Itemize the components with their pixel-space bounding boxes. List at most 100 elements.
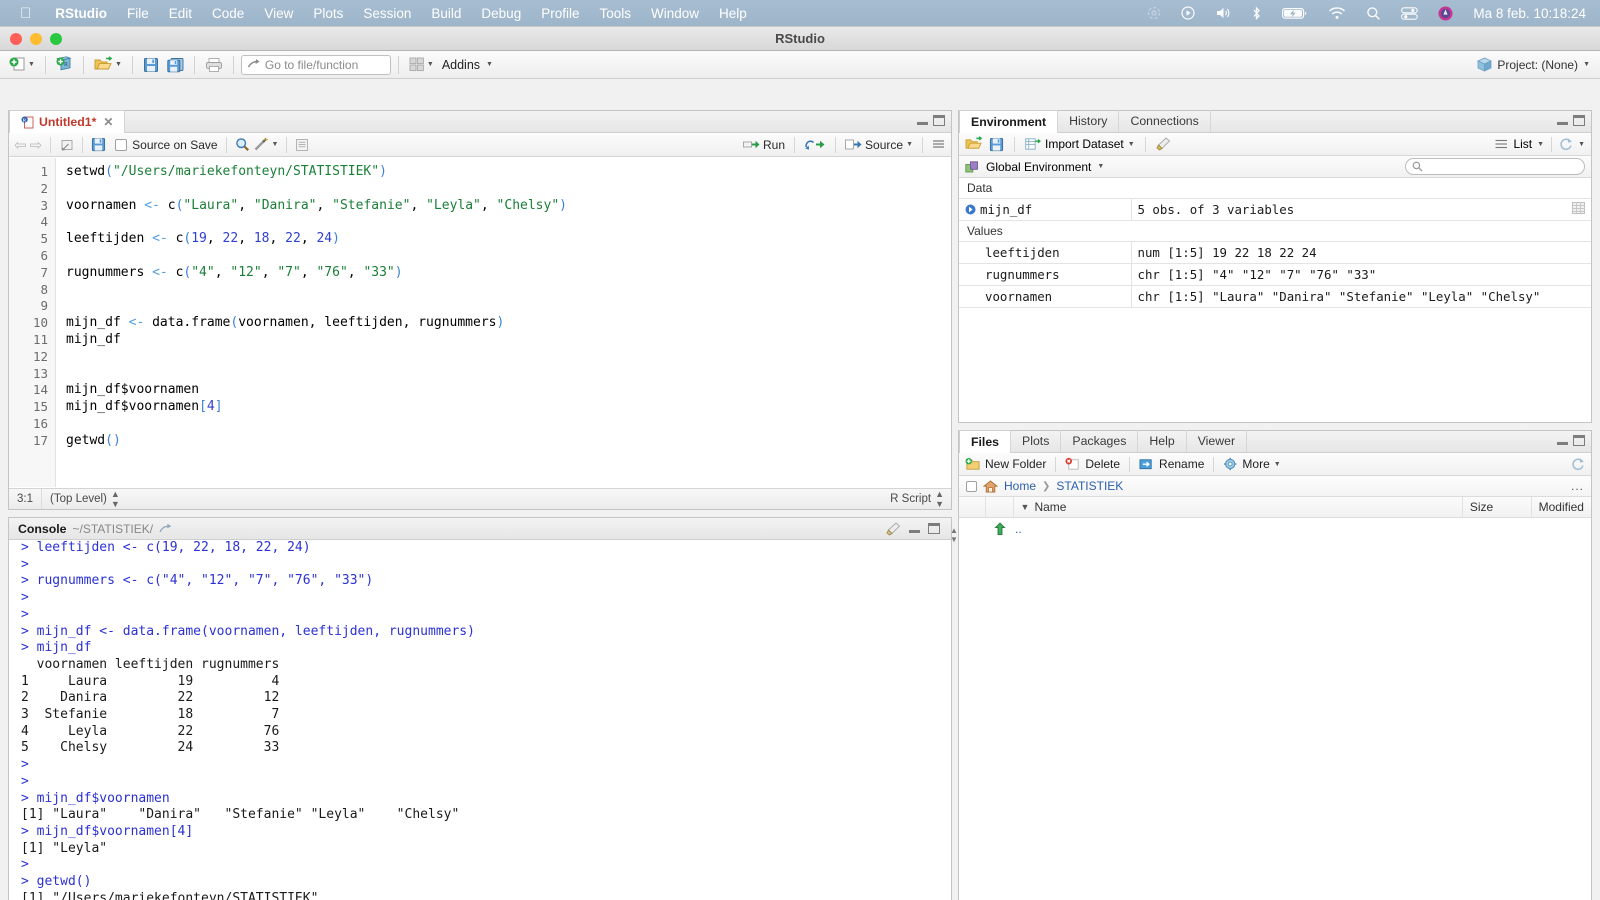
save-source-button[interactable]	[91, 137, 106, 152]
pane-resize-handle[interactable]: ▲ ▼	[950, 520, 958, 550]
environment-object-name[interactable]: rugnummers	[959, 263, 1132, 286]
minimize-pane-button[interactable]	[1557, 116, 1568, 125]
chevron-down-icon[interactable]: ▼	[272, 141, 279, 148]
maximize-pane-button[interactable]	[928, 523, 940, 534]
chevron-down-icon[interactable]: ▼	[28, 61, 35, 68]
files-col-modified[interactable]: Modified	[1532, 497, 1591, 517]
code-scope-selector[interactable]: (Top Level) ▲ ▼	[42, 489, 127, 509]
source-code-area[interactable]: 1 2 3 4 5 6 7 8 9 10 11 12 13 14 15 16 17 setwd("/Users/…	[9, 158, 951, 487]
chevron-down-icon[interactable]: ▼	[1578, 141, 1585, 148]
tab-help[interactable]: Help	[1138, 430, 1187, 452]
environment-row[interactable]: mijn_df 5 obs. of 3 variables	[959, 198, 1591, 221]
menu-item-help[interactable]: Help	[709, 6, 757, 21]
environment-object-name[interactable]: voornamen	[959, 285, 1132, 308]
show-document-outline-icon[interactable]	[932, 139, 946, 151]
apple-logo-icon[interactable]: 	[20, 6, 31, 21]
refresh-files-icon[interactable]	[1571, 457, 1585, 471]
minimize-pane-button[interactable]	[909, 524, 920, 533]
chevron-down-icon[interactable]: ▼	[906, 141, 913, 148]
view-dataframe-icon[interactable]	[1565, 198, 1591, 221]
view-dataframe-icon[interactable]	[1565, 263, 1591, 286]
code-tools-icon[interactable]	[253, 137, 269, 152]
menu-item-code[interactable]: Code	[202, 6, 254, 21]
load-workspace-icon[interactable]	[965, 136, 983, 152]
breadcrumb-more[interactable]: ...	[1571, 479, 1584, 493]
maximize-pane-button[interactable]	[1573, 115, 1585, 126]
play-icon[interactable]	[1171, 6, 1205, 20]
chevron-down-icon[interactable]: ▼	[1128, 141, 1135, 148]
addins-button[interactable]: Addins	[442, 58, 480, 72]
tab-environment[interactable]: Environment	[959, 110, 1059, 133]
print-button[interactable]	[202, 54, 226, 76]
tab-history[interactable]: History	[1058, 110, 1120, 132]
minimize-pane-button[interactable]	[917, 116, 928, 125]
user-avatar-icon[interactable]	[1428, 6, 1463, 21]
files-col-size[interactable]: Size	[1463, 497, 1532, 517]
menu-item-window[interactable]: Window	[641, 6, 709, 21]
save-all-button[interactable]	[164, 54, 187, 76]
view-dataframe-icon[interactable]	[1565, 285, 1591, 308]
view-dataframe-icon[interactable]	[1565, 241, 1591, 264]
files-col-name[interactable]: ▼ Name	[1014, 497, 1463, 517]
menu-item-plots[interactable]: Plots	[303, 6, 353, 21]
menu-item-profile[interactable]: Profile	[531, 6, 589, 21]
document-outline-icon[interactable]	[295, 138, 309, 152]
addins-chevron-down-icon[interactable]: ▼	[486, 61, 493, 68]
breadcrumb-statistiek[interactable]: STATISTIEK	[1056, 479, 1123, 493]
environment-object-name[interactable]: leeftijden	[959, 241, 1132, 264]
environment-search-input[interactable]	[1405, 158, 1585, 175]
chevron-down-icon[interactable]: ▼	[1274, 461, 1281, 468]
refresh-icon[interactable]	[1559, 137, 1573, 151]
delete-button[interactable]: Delete	[1065, 457, 1120, 471]
tab-packages[interactable]: Packages	[1061, 430, 1139, 452]
rename-button[interactable]: Rename	[1139, 457, 1204, 471]
tab-viewer[interactable]: Viewer	[1187, 430, 1248, 452]
new-folder-button[interactable]: New Folder	[965, 457, 1046, 471]
find-replace-icon[interactable]	[235, 137, 250, 152]
select-all-checkbox[interactable]	[966, 480, 977, 492]
minimize-pane-button[interactable]	[1557, 436, 1568, 445]
back-arrow-icon[interactable]: ⇦	[14, 136, 27, 154]
new-project-button[interactable]: R	[53, 54, 76, 76]
home-icon[interactable]	[983, 479, 998, 493]
volume-icon[interactable]	[1205, 6, 1241, 20]
control-center-icon[interactable]	[1391, 6, 1428, 20]
open-in-finder-icon[interactable]	[159, 523, 172, 535]
goto-file-function-input[interactable]: Go to file/function	[240, 54, 391, 75]
bluetooth-icon[interactable]	[1241, 5, 1272, 21]
close-tab-icon[interactable]: ✕	[103, 115, 113, 129]
file-type-selector[interactable]: R Script ▲ ▼	[882, 489, 951, 509]
battery-charging-icon[interactable]	[1272, 7, 1318, 20]
menubar-clock[interactable]: Ma 8 feb. 10:18:24	[1463, 6, 1592, 21]
source-on-save-checkbox[interactable]: Source on Save	[115, 138, 218, 152]
save-button[interactable]	[140, 54, 162, 76]
environment-row[interactable]: rugnummers chr [1:5] "4" "12" "7" "76" "3…	[959, 263, 1591, 286]
clear-console-icon[interactable]	[886, 521, 901, 536]
tab-connections[interactable]: Connections	[1119, 110, 1211, 132]
file-name-label[interactable]: ..	[1015, 522, 1022, 536]
siri-icon[interactable]	[1137, 6, 1171, 20]
forward-arrow-icon[interactable]: ⇨	[30, 136, 43, 154]
environment-row[interactable]: voornamen chr [1:5] "Laura" "Danira" "Ste…	[959, 285, 1591, 308]
source-tab-untitled1[interactable]: R Untitled1* ✕	[9, 110, 126, 133]
run-button[interactable]: Run	[743, 138, 785, 152]
project-selector[interactable]: Project: (None) ▼	[1477, 57, 1594, 72]
chevron-down-icon[interactable]: ▼	[1097, 163, 1104, 170]
menu-item-rstudio[interactable]: RStudio	[45, 6, 117, 21]
show-in-new-window-icon[interactable]	[59, 138, 74, 152]
menu-item-view[interactable]: View	[254, 6, 303, 21]
environment-row[interactable]: leeftijden num [1:5] 19 22 18 22 24	[959, 241, 1591, 264]
maximize-pane-button[interactable]	[1573, 435, 1585, 446]
menu-item-file[interactable]: File	[117, 6, 159, 21]
source-code-text[interactable]: setwd("/Users/mariekefonteyn/STATISTIEK"…	[57, 158, 951, 487]
menu-item-build[interactable]: Build	[421, 6, 471, 21]
menu-item-debug[interactable]: Debug	[471, 6, 531, 21]
chevron-down-icon[interactable]: ▼	[427, 61, 434, 68]
list-view-icon[interactable]	[1495, 139, 1508, 150]
global-environment-label[interactable]: Global Environment	[986, 160, 1091, 174]
source-button[interactable]: Source ▼	[845, 138, 913, 152]
rerun-button[interactable]	[804, 138, 826, 151]
tab-plots[interactable]: Plots	[1011, 430, 1062, 452]
maximize-pane-button[interactable]	[933, 115, 945, 126]
chevron-down-icon[interactable]: ▼	[1583, 61, 1590, 68]
